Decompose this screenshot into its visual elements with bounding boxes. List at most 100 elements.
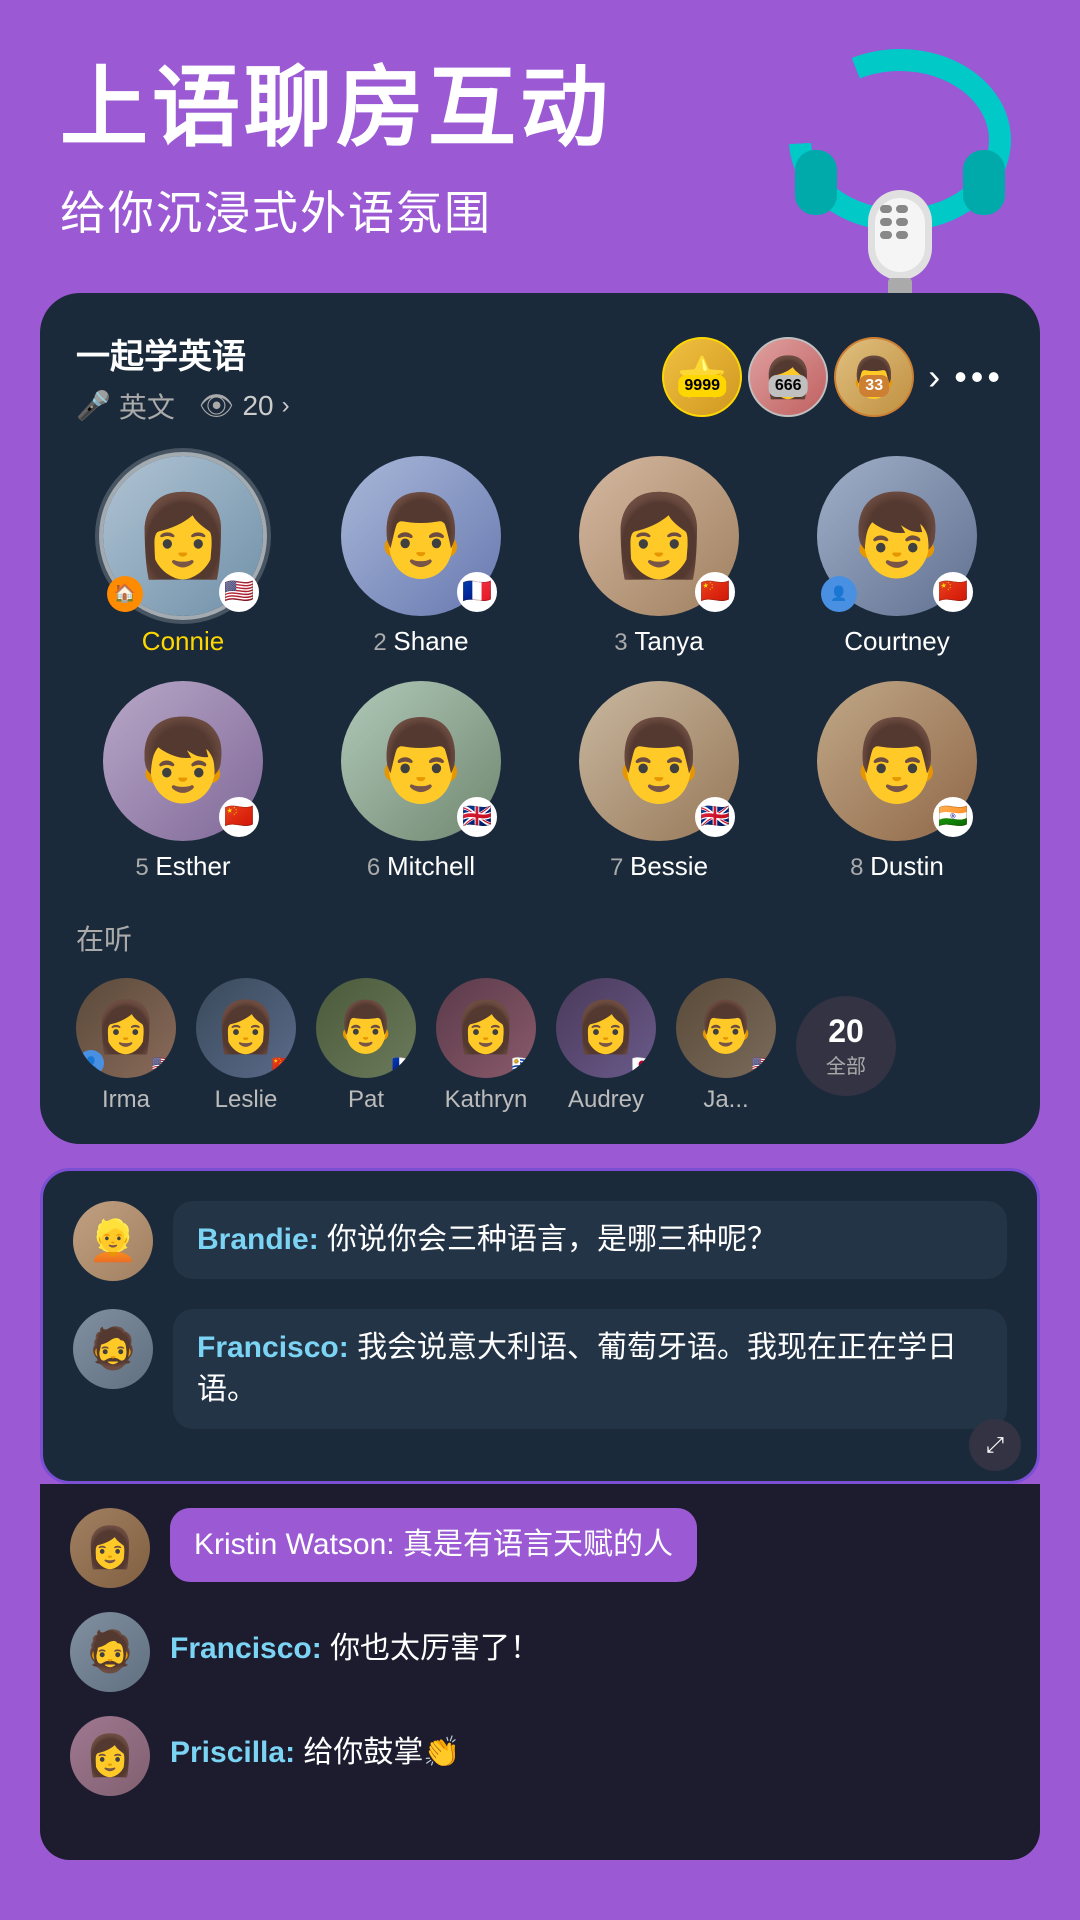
listener-name-irma: Irma: [102, 1086, 150, 1114]
top-avatar-2[interactable]: 👩 666: [748, 337, 828, 417]
chat-bubble-francisco: Francisco: 我会说意大利语、葡萄牙语。我现在正在学日语。: [173, 1309, 1007, 1429]
speaker-name-bessie: 7 Bessie: [610, 851, 708, 882]
top-score-2: 666: [769, 375, 808, 397]
chat-expand-button[interactable]: ⤢: [969, 1419, 1021, 1471]
below-message-0: 👩 Kristin Watson: 真是有语言天赋的人: [70, 1508, 1010, 1588]
listener-flag-leslie: 🇨🇳: [272, 1055, 294, 1076]
listeners-row: 👩🇺🇸👤Irma👩🇨🇳Leslie👨🇫🇷Pat👩🇺🇾Kathryn👩🇯🇵Audr…: [76, 978, 1004, 1114]
speaker-flag-bessie: 🇬🇧: [695, 797, 735, 837]
listener-avatar-kathryn: 👩🇺🇾: [436, 978, 536, 1078]
chat-sender-name: Francisco:: [197, 1331, 357, 1364]
top-avatar-3[interactable]: 👨 33: [834, 337, 914, 417]
listeners-section: 在听 👩🇺🇸👤Irma👩🇨🇳Leslie👨🇫🇷Pat👩🇺🇾Kathryn👩🇯🇵A…: [76, 918, 1004, 1114]
more-chevron-icon[interactable]: ›: [928, 356, 940, 398]
below-sender-name: Francisco:: [170, 1632, 330, 1665]
room-title-area: 一起学英语 🎤 英文 👁 20 ›: [76, 329, 290, 426]
user-badge-icon: 👤: [821, 576, 857, 612]
speaker-item-bessie[interactable]: 👨🇬🇧7 Bessie: [552, 681, 766, 882]
speaker-item-courtney[interactable]: 👦🇨🇳👤Courtney: [790, 456, 1004, 657]
speaker-item-tanya[interactable]: 👩🇨🇳3 Tanya: [552, 456, 766, 657]
speaker-flag-dustin: 🇮🇳: [933, 797, 973, 837]
listener-item-pat[interactable]: 👨🇫🇷 Pat: [316, 978, 416, 1114]
listener-item-leslie[interactable]: 👩🇨🇳 Leslie: [196, 978, 296, 1114]
eye-icon: 👁: [199, 389, 235, 422]
speaker-flag-connie: 🇺🇸: [219, 572, 259, 612]
below-bubble-plain-1: Francisco: 你也太厉害了！: [170, 1612, 540, 1686]
speaker-name-dustin: 8 Dustin: [850, 851, 944, 882]
listener-name-pat: Pat: [348, 1086, 384, 1114]
listener-item-audrey[interactable]: 👩🇯🇵 Audrey: [556, 978, 656, 1114]
chat-avatar-brandie: 👱: [73, 1201, 153, 1281]
chat-container: 👱 Brandie: 你说你会三种语言，是哪三种呢？ 🧔Francisco: 我会说…: [40, 1168, 1040, 1484]
listener-avatar-pat: 👨🇫🇷: [316, 978, 416, 1078]
speaker-flag-courtney: 🇨🇳: [933, 572, 973, 612]
listener-avatar-irma: 👩🇺🇸👤: [76, 978, 176, 1078]
listener-flag-audrey: 🇯🇵: [632, 1055, 654, 1076]
room-viewers[interactable]: 👁 20 ›: [199, 389, 290, 422]
speaker-item-connie[interactable]: 👩🇺🇸🏠Connie: [76, 456, 290, 657]
speaker-item-shane[interactable]: 👨🇫🇷2 Shane: [314, 456, 528, 657]
below-message-1: 🧔 Francisco: 你也太厉害了！: [70, 1612, 1010, 1692]
listener-count-button[interactable]: 20全部: [796, 996, 896, 1096]
chat-bubble-brandie: Brandie: 你说你会三种语言，是哪三种呢？: [173, 1201, 1007, 1279]
menu-dots-icon[interactable]: •••: [954, 356, 1004, 398]
room-title: 一起学英语: [76, 329, 290, 378]
listener-item-kathryn[interactable]: 👩🇺🇾 Kathryn: [436, 978, 536, 1114]
below-chat: 👩 Kristin Watson: 真是有语言天赋的人 🧔 Francisco: 你也…: [40, 1484, 1040, 1860]
speaker-name-esther: 5 Esther: [135, 851, 230, 882]
top-score-1: 9999: [678, 375, 726, 397]
listener-flag-ja...: 🇺🇸: [752, 1055, 774, 1076]
speaker-name-mitchell: 6 Mitchell: [367, 851, 475, 882]
speaker-flag-tanya: 🇨🇳: [695, 572, 735, 612]
listener-item-ja...[interactable]: 👨🇺🇸 Ja...: [676, 978, 776, 1114]
hero-section: 上语聊房互动 给你沉浸式外语氛围: [0, 0, 1080, 273]
host-badge-icon: 🏠: [107, 576, 143, 612]
listener-total-count: 20: [828, 1013, 864, 1050]
top-avatars: ⭐ 9999 👩 666 👨 33 › •••: [662, 337, 1004, 417]
speaker-name-courtney: Courtney: [844, 626, 950, 657]
below-bubble-plain-2: Priscilla: 给你鼓掌👏: [170, 1716, 461, 1790]
listener-flag-kathryn: 🇺🇾: [512, 1055, 534, 1076]
speaker-name-connie: Connie: [142, 626, 224, 657]
chat-message-brandie: 👱 Brandie: 你说你会三种语言，是哪三种呢？: [73, 1201, 1007, 1281]
speaker-item-mitchell[interactable]: 👨🇬🇧6 Mitchell: [314, 681, 528, 882]
chat-sender-name: Brandie:: [197, 1223, 327, 1256]
speakers-grid: 👩🇺🇸🏠Connie👨🇫🇷2 Shane👩🇨🇳3 Tanya👦🇨🇳👤Courtn…: [76, 456, 1004, 882]
speaker-name-tanya: 3 Tanya: [614, 626, 703, 657]
below-bubble-0: Kristin Watson: 真是有语言天赋的人: [170, 1508, 697, 1582]
speaker-item-dustin[interactable]: 👨🇮🇳8 Dustin: [790, 681, 1004, 882]
listener-flag-irma: 🇺🇸: [152, 1055, 174, 1076]
listeners-label: 在听: [76, 918, 1004, 958]
below-avatar-0: 👩: [70, 1508, 150, 1588]
listener-avatar-leslie: 👩🇨🇳: [196, 978, 296, 1078]
below-avatar-1: 🧔: [70, 1612, 150, 1692]
listener-name-audrey: Audrey: [568, 1086, 644, 1114]
viewer-chevron-icon: ›: [282, 392, 290, 420]
listener-avatar-ja...: 👨🇺🇸: [676, 978, 776, 1078]
room-language: 🎤 英文: [76, 386, 175, 426]
chat-message-francisco: 🧔Francisco: 我会说意大利语、葡萄牙语。我现在正在学日语。: [73, 1309, 1007, 1429]
speaker-name-shane: 2 Shane: [373, 626, 468, 657]
room-meta: 🎤 英文 👁 20 ›: [76, 386, 290, 426]
chat-messages: 👱 Brandie: 你说你会三种语言，是哪三种呢？ 🧔Francisco: 我会说…: [43, 1171, 1037, 1481]
chat-avatar-francisco: 🧔: [73, 1309, 153, 1389]
listener-all-label: 全部: [826, 1050, 866, 1079]
below-sender-name: Priscilla:: [170, 1736, 303, 1769]
below-avatar-2: 👩: [70, 1716, 150, 1796]
speaker-flag-shane: 🇫🇷: [457, 572, 497, 612]
listener-user-badge-icon: 👤: [78, 1050, 104, 1076]
speaker-flag-mitchell: 🇬🇧: [457, 797, 497, 837]
speaker-item-esther[interactable]: 👦🇨🇳5 Esther: [76, 681, 290, 882]
top-score-3: 33: [859, 375, 889, 397]
room-header: 一起学英语 🎤 英文 👁 20 › ⭐ 9999: [76, 329, 1004, 426]
listener-avatar-audrey: 👩🇯🇵: [556, 978, 656, 1078]
listener-item-irma[interactable]: 👩🇺🇸👤Irma: [76, 978, 176, 1114]
listener-name-kathryn: Kathryn: [445, 1086, 528, 1114]
listener-name-leslie: Leslie: [215, 1086, 278, 1114]
listener-name-ja...: Ja...: [703, 1086, 748, 1114]
mic-icon: 🎤: [76, 389, 111, 422]
top-avatar-1[interactable]: ⭐ 9999: [662, 337, 742, 417]
main-card: 一起学英语 🎤 英文 👁 20 › ⭐ 9999: [40, 293, 1040, 1144]
listener-flag-pat: 🇫🇷: [392, 1055, 414, 1076]
below-sender-name: Kristin Watson:: [194, 1528, 403, 1561]
